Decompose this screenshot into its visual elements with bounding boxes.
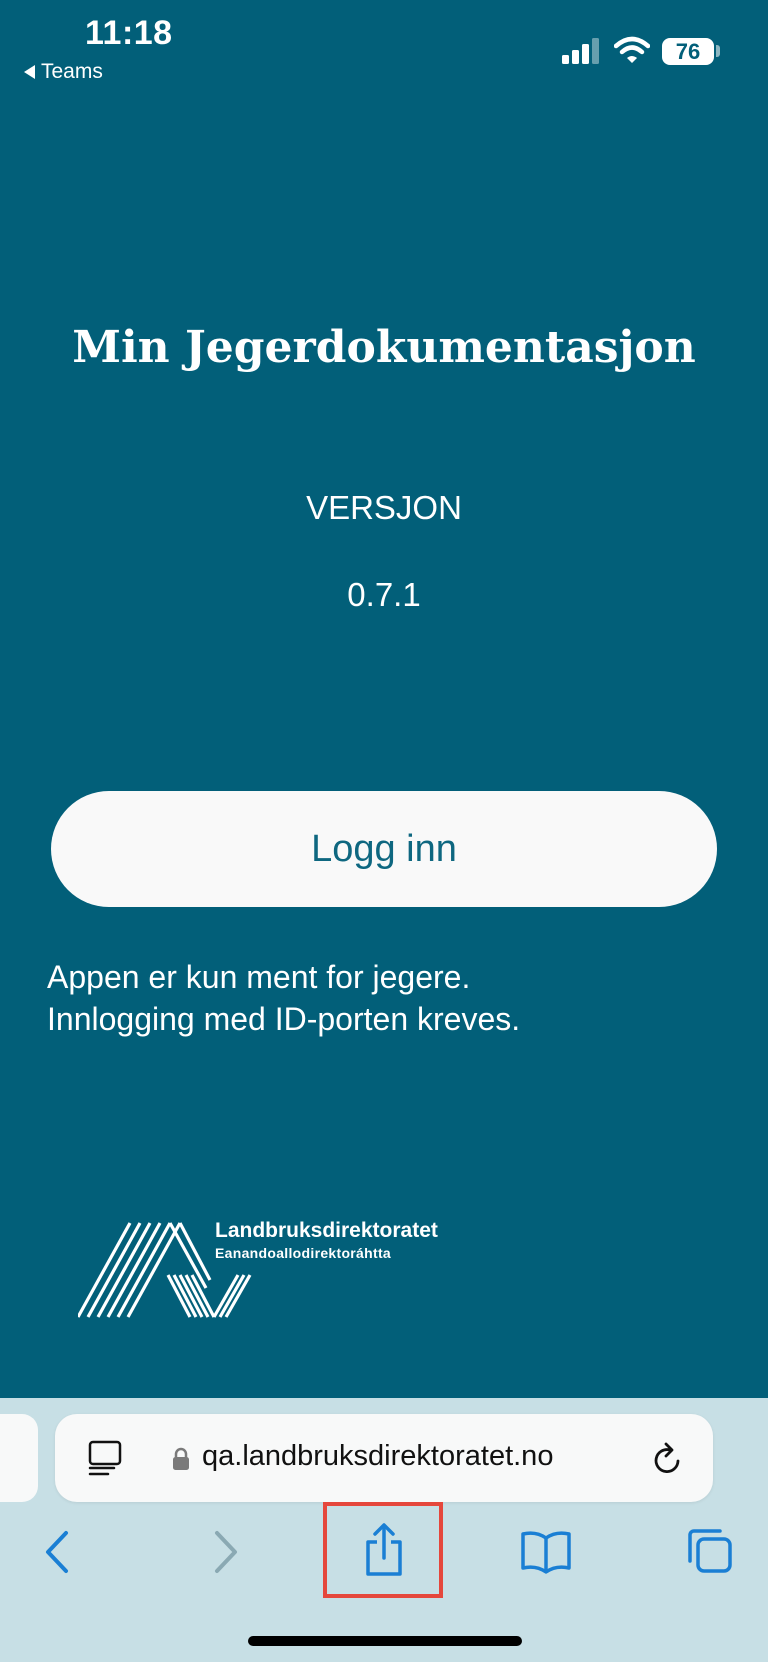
back-app-label: Teams [41,60,103,83]
version-number: 0.7.1 [347,576,421,613]
reader-mode-icon[interactable] [88,1440,122,1476]
back-arrow-icon [46,1531,68,1573]
lock-icon [173,1447,189,1470]
info-line: Innlogging med ID-porten kreves. [47,1001,521,1037]
reload-icon[interactable] [651,1441,685,1477]
share-highlight-box [323,1502,443,1598]
tabs-icon [688,1529,732,1573]
forward-arrow-icon [215,1531,237,1573]
info-line: Appen er kun ment for jegere. [47,959,471,995]
status-time: 11:18 [85,14,173,52]
back-triangle-icon [24,65,35,79]
battery-nub [716,45,720,57]
bookmarks-button[interactable] [520,1530,572,1574]
logo-name: Landbruksdirektoratet [215,1219,438,1242]
version-label: VERSJON [306,489,462,526]
back-to-app-link[interactable]: Teams [24,60,103,84]
cellular-signal-icon [562,38,599,64]
bookmarks-icon [521,1531,571,1574]
back-button[interactable] [38,1527,78,1577]
url-text[interactable]: qa.landbruksdirektoratet.no [202,1440,553,1473]
page-title: Min Jegerdokumentasjon [72,322,696,373]
tabs-button[interactable] [686,1527,734,1575]
home-indicator[interactable] [248,1636,522,1646]
logo-subtitle: Eanandoallodirektoráhtta [215,1245,392,1261]
login-button[interactable]: Logg inn [51,791,717,907]
battery-indicator: 76 [662,38,714,65]
forward-button[interactable] [205,1527,245,1577]
previous-tab-preview[interactable] [0,1414,38,1502]
wifi-icon [614,36,650,63]
info-text: Appen er kun ment for jegere. Innlogging… [47,956,520,1040]
